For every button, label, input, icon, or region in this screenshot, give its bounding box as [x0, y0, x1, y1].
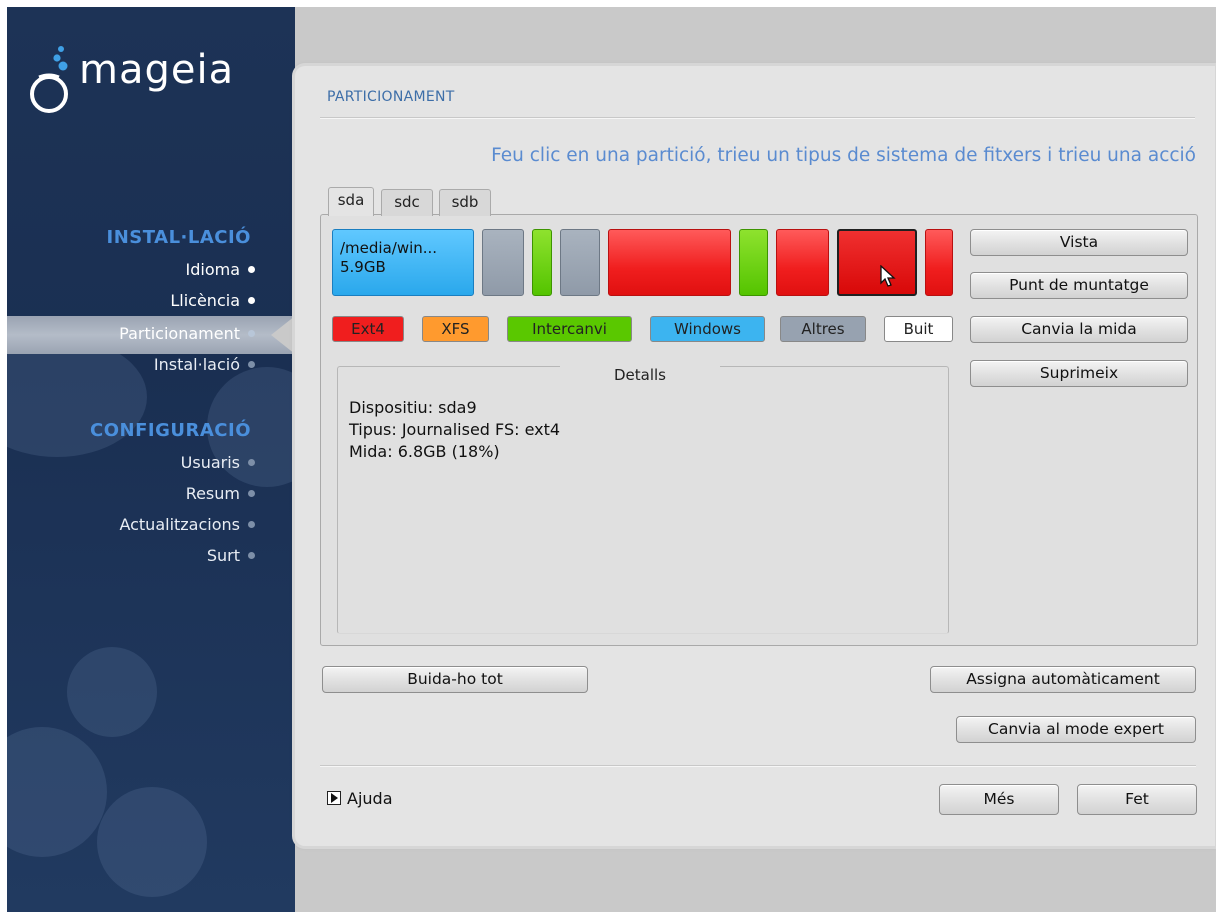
step-label: Usuaris — [180, 453, 240, 472]
instruction-text: Feu clic en una partició, trieu un tipus… — [491, 145, 1196, 166]
legend-empty[interactable]: Buit — [884, 316, 953, 342]
partition-size-label: 5.9GB — [340, 258, 386, 276]
legend-other[interactable]: Altres — [780, 316, 866, 342]
step-label: Instal·lació — [153, 355, 240, 374]
mouse-pointer-icon — [880, 265, 896, 287]
view-button[interactable]: Vista — [970, 229, 1188, 256]
step-summary: Resum — [186, 484, 255, 503]
partition-other[interactable] — [482, 229, 524, 296]
active-step-arrow — [271, 316, 295, 354]
help-label: Ajuda — [347, 789, 393, 808]
step-pending-dot — [248, 552, 255, 559]
step-current-dot — [248, 330, 255, 337]
step-pending-dot — [248, 490, 255, 497]
step-label: Particionament — [119, 324, 240, 343]
title-divider — [320, 117, 1195, 118]
bottom-divider — [320, 765, 1196, 766]
section-title-installation: INSTAL·LACIÓ — [106, 227, 251, 248]
detail-type: Tipus: Journalised FS: ext4 — [349, 420, 561, 439]
resize-button[interactable]: Canvia la mida — [970, 316, 1188, 343]
section-title-configuration: CONFIGURACIÓ — [90, 420, 251, 441]
legend-windows[interactable]: Windows — [650, 316, 765, 342]
step-label: Resum — [185, 484, 240, 503]
details-title: Detalls — [560, 366, 720, 384]
detail-device: Dispositiu: sda9 — [349, 398, 477, 417]
step-users: Usuaris — [181, 453, 255, 472]
partition-ext4[interactable] — [925, 229, 953, 296]
step-done-dot — [248, 266, 255, 273]
step-label: Llicència — [170, 291, 240, 310]
more-button[interactable]: Més — [939, 784, 1059, 815]
step-pending-dot — [248, 521, 255, 528]
partition-ext4[interactable] — [608, 229, 731, 296]
clear-all-button[interactable]: Buida-ho tot — [322, 666, 588, 693]
step-exit: Surt — [207, 546, 255, 565]
legend-swap[interactable]: Intercanvi — [507, 316, 632, 342]
mount-point-button[interactable]: Punt de muntatge — [970, 272, 1188, 299]
partition-swap[interactable] — [739, 229, 768, 296]
help-expander[interactable]: Ajuda — [327, 789, 393, 808]
decoration-blossom — [7, 727, 107, 857]
decoration-blossom — [67, 647, 157, 737]
legend-xfs[interactable]: XFS — [422, 316, 489, 342]
tab-sda[interactable]: sda — [328, 187, 374, 216]
auto-allocate-button[interactable]: Assigna automàticament — [930, 666, 1196, 693]
step-partitioning: Particionament — [119, 324, 255, 343]
partition-swap[interactable] — [532, 229, 552, 296]
step-label: Idioma — [185, 260, 241, 279]
partition-other[interactable] — [560, 229, 600, 296]
step-done-dot — [248, 297, 255, 304]
partition-ext4-selected[interactable] — [837, 229, 917, 296]
tab-sdc[interactable]: sdc — [381, 189, 433, 216]
expert-mode-button[interactable]: Canvia al mode expert — [956, 716, 1196, 743]
partition-ext4[interactable] — [776, 229, 829, 296]
done-button[interactable]: Fet — [1077, 784, 1197, 815]
decoration-blossom — [97, 787, 207, 897]
tab-sdb[interactable]: sdb — [439, 189, 491, 216]
step-label: Actualitzacions — [119, 515, 240, 534]
logo-wordmark: mageia — [79, 47, 235, 93]
step-license: Llicència — [170, 291, 255, 310]
expand-triangle-icon — [327, 790, 341, 805]
partition-mount-label: /media/win... — [340, 239, 438, 257]
step-pending-dot — [248, 361, 255, 368]
step-label: Surt — [206, 546, 240, 565]
page-title: PARTICIONAMENT — [327, 89, 455, 105]
step-updates: Actualitzacions — [119, 515, 255, 534]
step-language: Idioma — [185, 260, 255, 279]
sidebar: mageia INSTAL·LACIÓ Idioma Llicència Par… — [7, 7, 295, 912]
legend-ext4[interactable]: Ext4 — [332, 316, 404, 342]
step-pending-dot — [248, 459, 255, 466]
step-installation: Instal·lació — [154, 355, 255, 374]
partition-label: /media/win... 5.9GB — [340, 239, 437, 277]
delete-button[interactable]: Suprimeix — [970, 360, 1188, 387]
detail-size: Mida: 6.8GB (18%) — [349, 442, 500, 461]
